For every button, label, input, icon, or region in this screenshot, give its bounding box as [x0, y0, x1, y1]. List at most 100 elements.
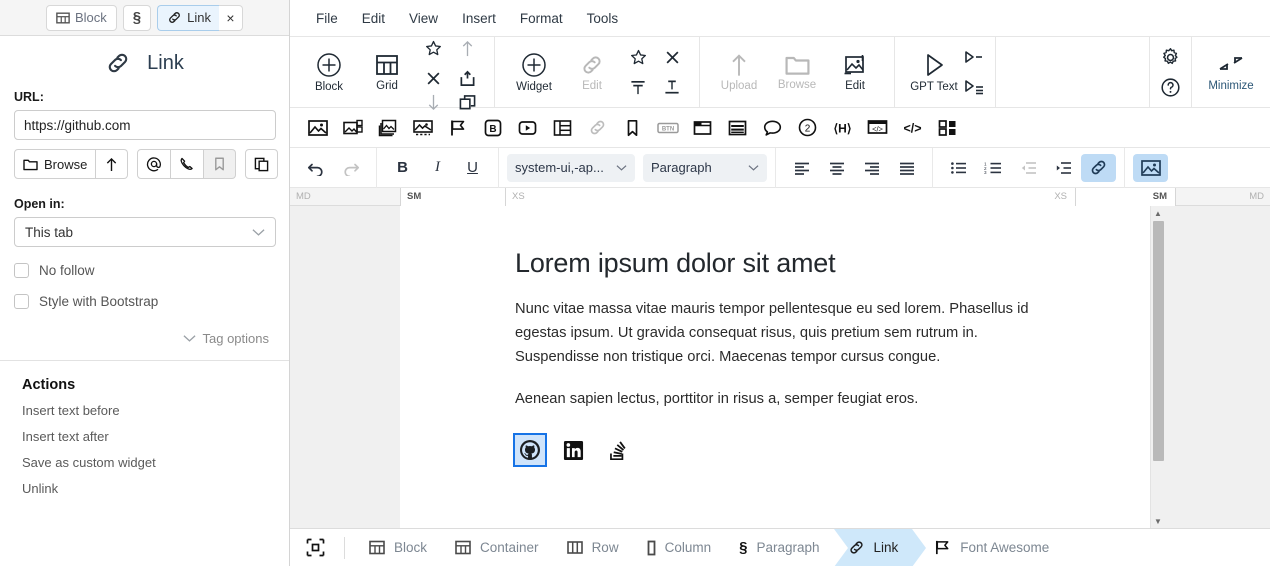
- sidebar-tab-paragraph[interactable]: §: [122, 4, 152, 31]
- block-format-select[interactable]: Paragraph: [643, 153, 767, 182]
- canvas-scrollbar[interactable]: ▲ ▼: [1150, 206, 1165, 528]
- scroll-up-icon[interactable]: ▲: [1154, 206, 1162, 220]
- sidebar-tab-block[interactable]: Block: [46, 4, 117, 31]
- font-family-select[interactable]: system-ui,-ap...: [507, 153, 635, 182]
- image-icon[interactable]: [300, 113, 335, 143]
- document-page[interactable]: Lorem ipsum dolor sit amet Nunc vitae ma…: [400, 206, 1150, 528]
- menu-file[interactable]: File: [304, 7, 350, 30]
- align-center-icon[interactable]: [819, 154, 854, 182]
- sidebar-tab-link[interactable]: Link: [157, 4, 220, 31]
- action-unlink[interactable]: Unlink: [22, 481, 289, 496]
- tag-options-toggle[interactable]: Tag options: [14, 331, 275, 346]
- breadcrumb-font-awesome[interactable]: Font Awesome: [912, 529, 1063, 566]
- window-icon[interactable]: [685, 113, 720, 143]
- github-icon[interactable]: [513, 433, 547, 467]
- add-block-button[interactable]: Block: [300, 41, 358, 103]
- scrollbar-thumb[interactable]: [1152, 221, 1164, 461]
- breadcrumb-paragraph[interactable]: § Paragraph: [725, 529, 833, 566]
- upload-button[interactable]: [96, 149, 129, 179]
- open-in-select[interactable]: This tab: [14, 217, 276, 247]
- url-input[interactable]: [14, 110, 276, 140]
- redo-icon[interactable]: [333, 154, 368, 182]
- stackoverflow-icon[interactable]: [601, 435, 631, 465]
- undo-icon[interactable]: [298, 154, 333, 182]
- no-follow-checkbox[interactable]: [14, 263, 29, 278]
- insert-image-button[interactable]: [1133, 153, 1168, 182]
- align-left-icon[interactable]: [784, 154, 819, 182]
- bootstrap-checkbox-row[interactable]: Style with Bootstrap: [14, 294, 275, 309]
- delete-widget-button[interactable]: [665, 50, 680, 65]
- menu-format[interactable]: Format: [508, 7, 575, 30]
- align-middle-icon[interactable]: [663, 79, 681, 96]
- indent-icon[interactable]: [1046, 154, 1081, 182]
- document-paragraph-2[interactable]: Aenean sapien lectus, porttitor in risus…: [515, 387, 1033, 411]
- gpt-text-button[interactable]: GPT Text: [905, 41, 963, 103]
- add-widget-button[interactable]: Widget: [505, 41, 563, 103]
- no-follow-checkbox-row[interactable]: No follow: [14, 263, 275, 278]
- flag-icon[interactable]: [440, 113, 475, 143]
- copy-button[interactable]: [245, 149, 279, 179]
- menu-insert[interactable]: Insert: [450, 7, 508, 30]
- bullet-list-icon[interactable]: [941, 154, 976, 182]
- scroll-down-icon[interactable]: ▼: [1154, 514, 1162, 528]
- align-justify-icon[interactable]: [889, 154, 924, 182]
- breadcrumb-block[interactable]: Block: [355, 529, 441, 566]
- action-save-as-custom-widget[interactable]: Save as custom widget: [22, 455, 289, 470]
- close-icon[interactable]: ×: [219, 4, 243, 31]
- underline-button[interactable]: U: [455, 154, 490, 182]
- select-element-icon[interactable]: [298, 538, 332, 557]
- favorite-widget-button[interactable]: [630, 49, 647, 66]
- browse-image-button[interactable]: Browse: [768, 41, 826, 103]
- document-heading[interactable]: Lorem ipsum dolor sit amet: [515, 248, 1150, 279]
- html-tag-icon[interactable]: ⟨H⟩: [825, 113, 860, 143]
- iframe-icon[interactable]: </>: [860, 113, 895, 143]
- play-line-icon[interactable]: [963, 49, 985, 65]
- image-caption-icon[interactable]: [405, 113, 440, 143]
- menu-view[interactable]: View: [397, 7, 450, 30]
- add-grid-button[interactable]: Grid: [358, 41, 416, 103]
- panel-icon[interactable]: [720, 113, 755, 143]
- edit-widget-button[interactable]: Edit: [563, 41, 621, 103]
- phone-link-button[interactable]: [171, 149, 205, 179]
- delete-block-button[interactable]: [426, 71, 441, 86]
- upload-image-button[interactable]: Upload: [710, 41, 768, 103]
- code-icon[interactable]: </>: [895, 113, 930, 143]
- italic-button[interactable]: I: [420, 154, 455, 182]
- export-block-button[interactable]: [459, 70, 476, 87]
- action-insert-text-before[interactable]: Insert text before: [22, 403, 289, 418]
- bootstrap-checkbox[interactable]: [14, 294, 29, 309]
- image-gallery-icon[interactable]: [335, 113, 370, 143]
- insert-link-button[interactable]: [1081, 153, 1116, 182]
- email-link-button[interactable]: [137, 149, 172, 179]
- anchor-link-button[interactable]: [204, 149, 237, 179]
- help-circle-icon[interactable]: [1160, 77, 1181, 98]
- edit-image-button[interactable]: Edit: [826, 41, 884, 103]
- video-icon[interactable]: [510, 113, 545, 143]
- outdent-icon[interactable]: [1011, 154, 1046, 182]
- document-paragraph-1[interactable]: Nunc vitae massa vitae mauris tempor pel…: [515, 297, 1033, 369]
- menu-tools[interactable]: Tools: [575, 7, 631, 30]
- breadcrumb-column[interactable]: Column: [633, 529, 726, 566]
- play-lines-icon[interactable]: [963, 79, 985, 95]
- align-right-icon[interactable]: [854, 154, 889, 182]
- minimize-button[interactable]: Minimize: [1202, 41, 1260, 103]
- circle-2-icon[interactable]: 2: [790, 113, 825, 143]
- breadcrumb-container[interactable]: Container: [441, 529, 553, 566]
- bootstrap-icon[interactable]: B: [475, 113, 510, 143]
- favorite-block-button[interactable]: [425, 40, 442, 57]
- align-top-icon[interactable]: [629, 79, 647, 96]
- menu-edit[interactable]: Edit: [350, 7, 397, 30]
- qr-icon[interactable]: [930, 113, 965, 143]
- comment-icon[interactable]: [755, 113, 790, 143]
- numbered-list-icon[interactable]: 123: [976, 154, 1011, 182]
- linkedin-icon[interactable]: [558, 435, 588, 465]
- image-stack-icon[interactable]: [370, 113, 405, 143]
- button-icon[interactable]: BTN: [650, 113, 685, 143]
- action-insert-text-after[interactable]: Insert text after: [22, 429, 289, 444]
- browse-button[interactable]: Browse: [14, 149, 97, 179]
- bookmark-icon[interactable]: [615, 113, 650, 143]
- link-icon[interactable]: [580, 113, 615, 143]
- bold-button[interactable]: B: [385, 154, 420, 182]
- gear-icon[interactable]: [1160, 47, 1181, 68]
- table-icon[interactable]: [545, 113, 580, 143]
